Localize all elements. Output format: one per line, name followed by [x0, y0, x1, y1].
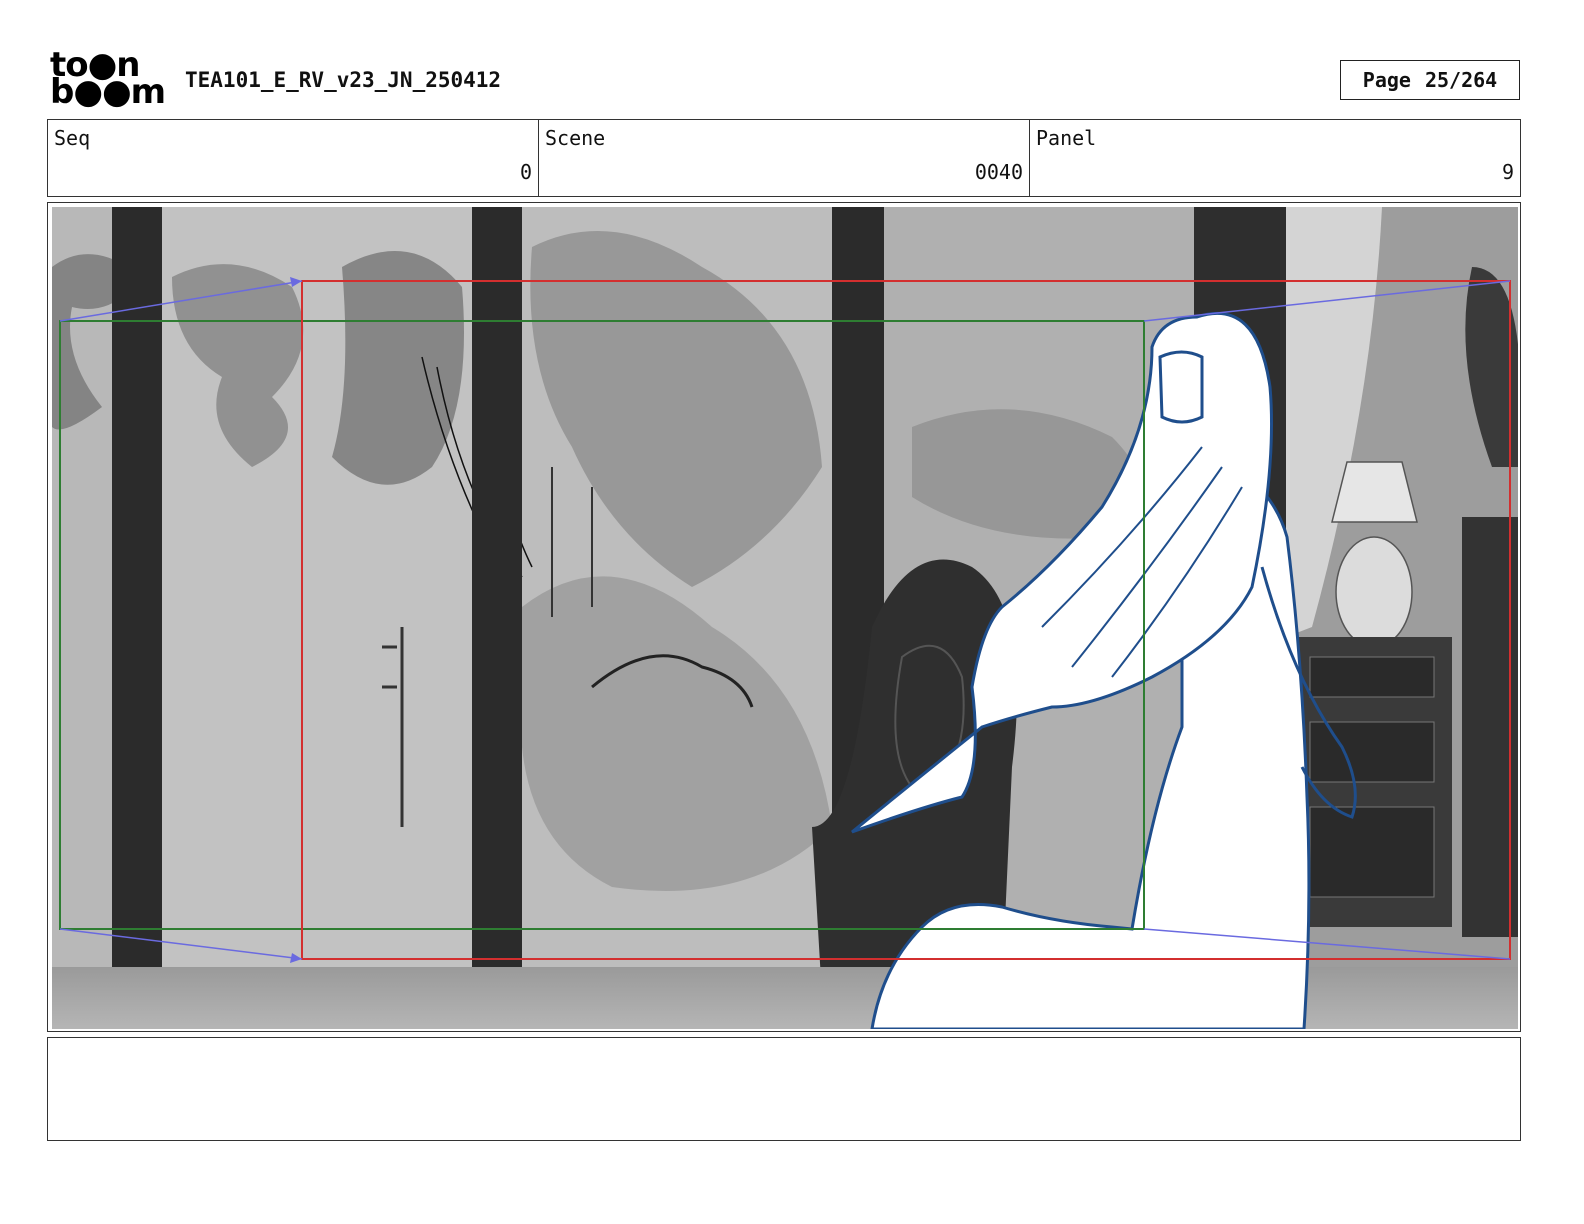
panel-artwork	[52, 207, 1518, 1029]
page-number: 25/264	[1424, 68, 1498, 92]
character-hair-ornament	[1158, 350, 1204, 424]
page-indicator: Page 25/264	[1340, 60, 1520, 100]
seq-value: 0	[519, 160, 532, 184]
panel-value: 9	[1501, 160, 1514, 184]
dresser-drawer-1	[1309, 656, 1435, 698]
toonboom-logo: to●n b●●m	[50, 48, 166, 112]
dresser-drawer-2	[1309, 721, 1435, 783]
dresser-drawer-3	[1309, 806, 1435, 898]
panel-cell: Panel 9	[1030, 120, 1520, 196]
seq-cell: Seq 0	[48, 120, 539, 196]
action-notes-box	[47, 1037, 1521, 1141]
scene-label: Scene	[545, 126, 606, 150]
shot-info-row: Seq 0 Scene 0040 Panel 9	[47, 119, 1521, 197]
page-label: Page	[1362, 68, 1411, 92]
panel-label: Panel	[1036, 126, 1097, 150]
lamp-shade	[1331, 461, 1418, 523]
scene-value: 0040	[974, 160, 1023, 184]
scene-cell: Scene 0040	[539, 120, 1030, 196]
storyboard-panel	[47, 202, 1521, 1032]
seq-label: Seq	[54, 126, 91, 150]
document-title: TEA101_E_RV_v23_JN_250412	[185, 68, 502, 92]
lamp-base	[1335, 536, 1413, 648]
logo-line-2: b●●m	[50, 72, 166, 112]
